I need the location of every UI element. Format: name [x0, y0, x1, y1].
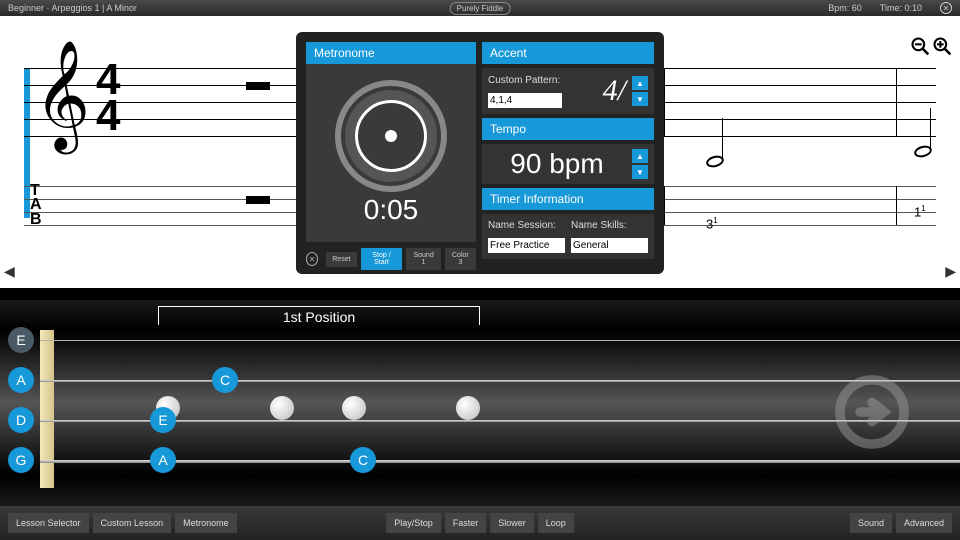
tab-number: 11: [914, 204, 926, 220]
scroll-left-icon[interactable]: ◀: [4, 263, 15, 280]
tempo-display: 90 bpm: [488, 148, 626, 180]
fret-note-A[interactable]: A: [150, 447, 176, 473]
color-button[interactable]: Color 3: [445, 248, 476, 270]
reset-button[interactable]: Reset: [326, 252, 356, 267]
accent-down-icon[interactable]: ▼: [632, 92, 648, 106]
metronome-header: Metronome: [306, 42, 476, 64]
zoom-out-icon[interactable]: [910, 36, 930, 56]
timer-header: Timer Information: [482, 188, 654, 210]
metronome-dial[interactable]: [335, 80, 447, 192]
metronome-time: 0:05: [364, 194, 419, 226]
pattern-input[interactable]: [488, 93, 562, 108]
sound-button[interactable]: Sound 1: [406, 248, 440, 270]
barline: [896, 68, 897, 136]
barline: [664, 68, 665, 136]
session-label: Name Session:: [488, 220, 565, 231]
fretboard: 1st Position EADGCEAC: [0, 300, 960, 506]
time-signature: 44: [96, 62, 120, 134]
scroll-right-icon[interactable]: ▶: [945, 263, 956, 280]
sound-button[interactable]: Sound: [850, 513, 892, 533]
custom-lesson-button[interactable]: Custom Lesson: [93, 513, 172, 533]
faster-button[interactable]: Faster: [445, 513, 487, 533]
lesson-selector-button[interactable]: Lesson Selector: [8, 513, 89, 533]
skills-label: Name Skills:: [571, 220, 648, 231]
fret-note-C[interactable]: C: [212, 367, 238, 393]
open-string-G[interactable]: G: [8, 447, 34, 473]
fret-note-C[interactable]: C: [350, 447, 376, 473]
zoom-in-icon[interactable]: [932, 36, 952, 56]
top-bar: Beginner · Arpeggios 1 | A Minor Purely …: [0, 0, 960, 16]
fret-note-E[interactable]: E: [150, 407, 176, 433]
close-icon[interactable]: ✕: [940, 2, 952, 14]
tempo-up-icon[interactable]: ▲: [632, 149, 648, 163]
loop-button[interactable]: Loop: [538, 513, 574, 533]
tab-number: 31: [706, 216, 718, 232]
accent-header: Accent: [482, 42, 654, 64]
open-string-A[interactable]: A: [8, 367, 34, 393]
nut: [40, 330, 54, 488]
accent-display: 4/: [603, 74, 626, 108]
bpm-label: Bpm: 60: [828, 3, 862, 13]
pattern-label: Custom Pattern:: [488, 75, 597, 86]
tab-rest: [246, 196, 270, 204]
time-label: Time: 0:10: [880, 3, 922, 13]
advance-arrow-icon[interactable]: [832, 372, 912, 452]
metronome-panel: Metronome 0:05 ✕ Reset Stop / Start Soun…: [296, 32, 664, 274]
tempo-header: Tempo: [482, 118, 654, 140]
skills-input[interactable]: [571, 238, 648, 253]
treble-clef: 𝄞: [34, 48, 90, 143]
open-string-D[interactable]: D: [8, 407, 34, 433]
finger-dot: [342, 396, 366, 420]
stop-start-button[interactable]: Stop / Start: [361, 248, 403, 270]
tempo-down-icon[interactable]: ▼: [632, 165, 648, 179]
play-stop-button[interactable]: Play/Stop: [386, 513, 441, 533]
finger-dot: [456, 396, 480, 420]
bottom-bar: Lesson SelectorCustom LessonMetronome Pl…: [0, 506, 960, 540]
advanced-button[interactable]: Advanced: [896, 513, 952, 533]
session-input[interactable]: [488, 238, 565, 253]
app-logo: Purely Fiddle: [450, 2, 511, 15]
open-string-E[interactable]: E: [8, 327, 34, 353]
rest: [246, 82, 270, 90]
slower-button[interactable]: Slower: [490, 513, 534, 533]
metronome-button[interactable]: Metronome: [175, 513, 237, 533]
panel-close-icon[interactable]: ✕: [306, 252, 318, 266]
position-label: 1st Position: [158, 306, 480, 325]
accent-up-icon[interactable]: ▲: [632, 76, 648, 90]
lesson-title: Beginner · Arpeggios 1 | A Minor: [8, 3, 137, 13]
finger-dot: [270, 396, 294, 420]
